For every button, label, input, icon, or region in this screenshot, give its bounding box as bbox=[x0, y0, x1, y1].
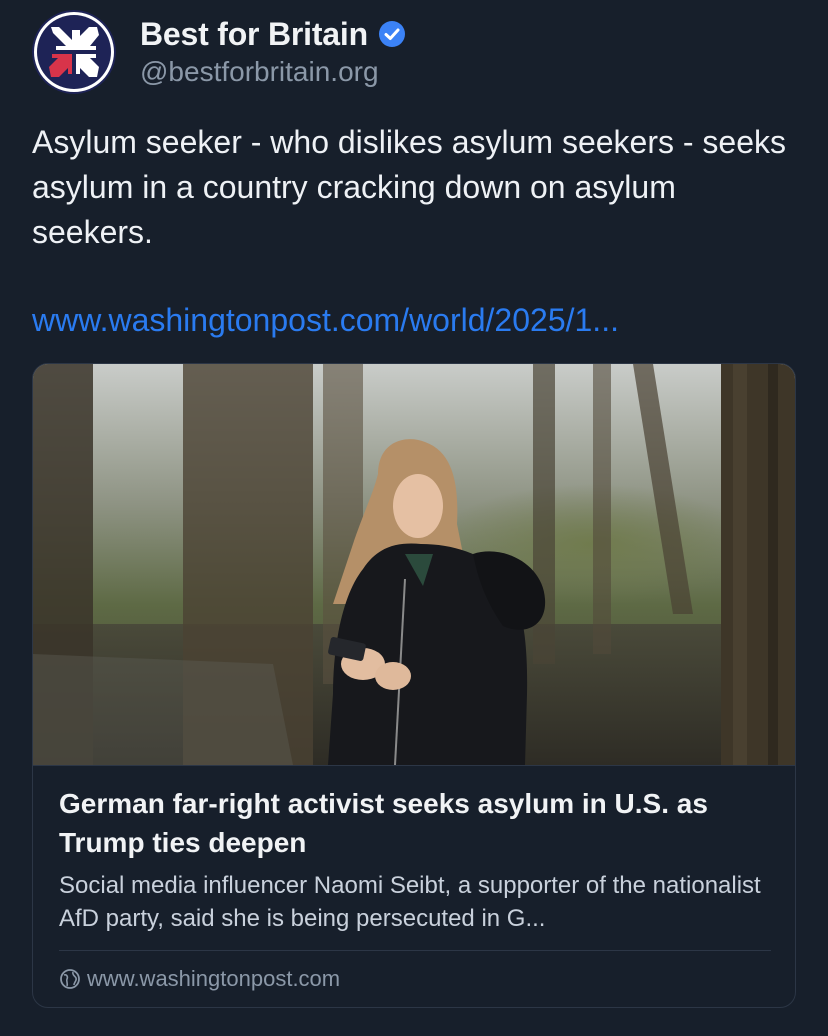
link-preview-image bbox=[33, 364, 795, 766]
verified-check-icon bbox=[378, 20, 406, 48]
globe-icon bbox=[59, 968, 81, 990]
author-handle[interactable]: @bestforbritain.org bbox=[140, 56, 379, 88]
link-preview-card[interactable]: German far-right activist seeks asylum i… bbox=[32, 363, 796, 1008]
union-flag-arrows-logo-icon bbox=[32, 10, 116, 94]
post-link[interactable]: www.washingtonpost.com/world/2025/1... bbox=[32, 298, 619, 343]
author-display-name[interactable]: Best for Britain bbox=[140, 16, 368, 53]
author-name-row: Best for Britain bbox=[140, 14, 406, 54]
link-preview-description: Social media influencer Naomi Seibt, a s… bbox=[59, 872, 761, 932]
link-preview-title: German far-right activist seeks asylum i… bbox=[59, 788, 708, 858]
link-preview-source: www.washingtonpost.com bbox=[59, 964, 340, 994]
link-preview-divider bbox=[59, 950, 771, 951]
link-preview-source-url: www.washingtonpost.com bbox=[87, 966, 341, 991]
post: Best for Britain @bestforbritain.org Asy… bbox=[0, 0, 828, 1036]
avatar[interactable] bbox=[32, 10, 116, 94]
post-text: Asylum seeker - who dislikes asylum seek… bbox=[32, 124, 787, 250]
